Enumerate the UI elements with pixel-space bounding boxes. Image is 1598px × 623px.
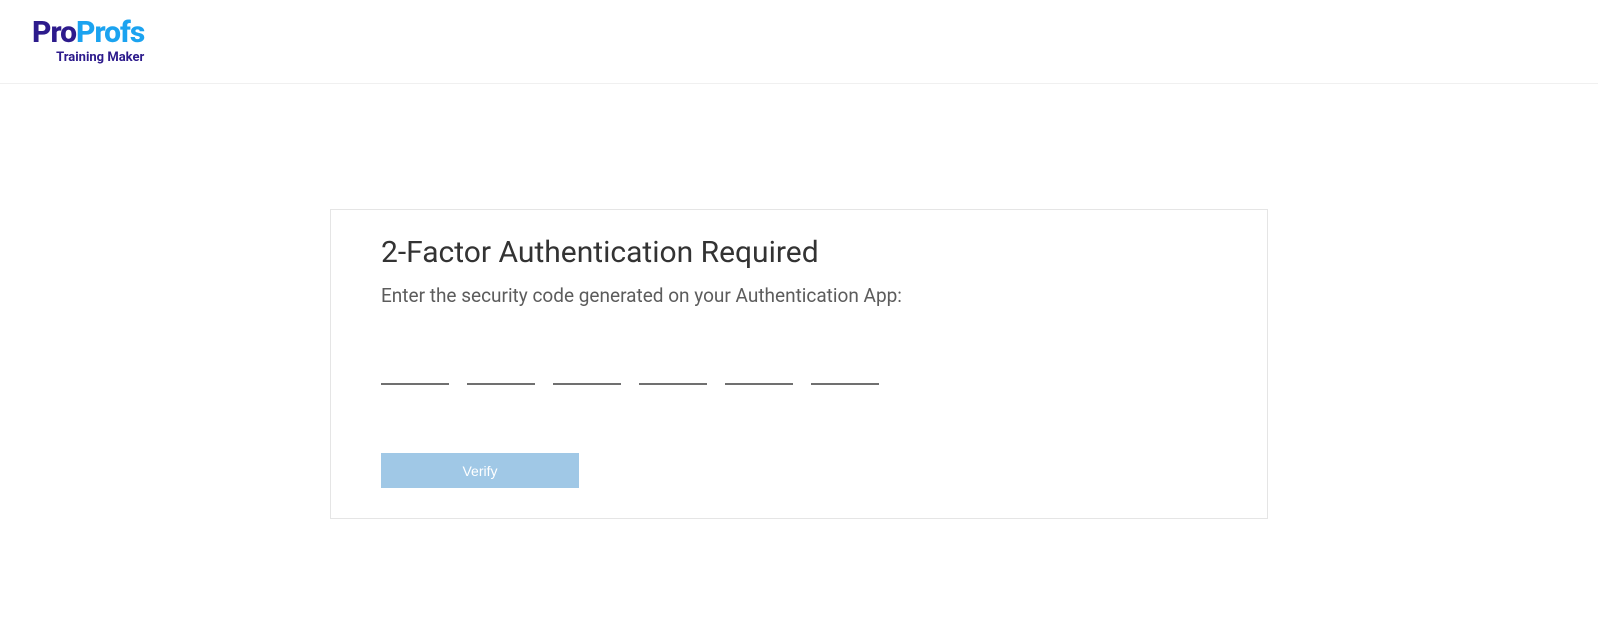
card-subtitle: Enter the security code generated on you… bbox=[381, 284, 1217, 307]
logo-subtitle: Training Maker bbox=[32, 50, 144, 65]
code-input-3[interactable] bbox=[553, 337, 621, 385]
code-input-2[interactable] bbox=[467, 337, 535, 385]
code-inputs-container bbox=[381, 337, 1217, 385]
code-input-4[interactable] bbox=[639, 337, 707, 385]
main-content: 2-Factor Authentication Required Enter t… bbox=[0, 84, 1598, 519]
logo[interactable]: ProProfs Training Maker bbox=[32, 18, 144, 65]
header: ProProfs Training Maker bbox=[0, 0, 1598, 84]
code-input-1[interactable] bbox=[381, 337, 449, 385]
code-input-6[interactable] bbox=[811, 337, 879, 385]
logo-part1: Pro bbox=[32, 15, 76, 50]
code-input-5[interactable] bbox=[725, 337, 793, 385]
auth-card: 2-Factor Authentication Required Enter t… bbox=[330, 209, 1268, 519]
card-title: 2-Factor Authentication Required bbox=[381, 235, 1217, 270]
logo-text: ProProfs bbox=[32, 18, 144, 48]
logo-part2: Profs bbox=[76, 15, 144, 50]
verify-button[interactable]: Verify bbox=[381, 453, 579, 488]
